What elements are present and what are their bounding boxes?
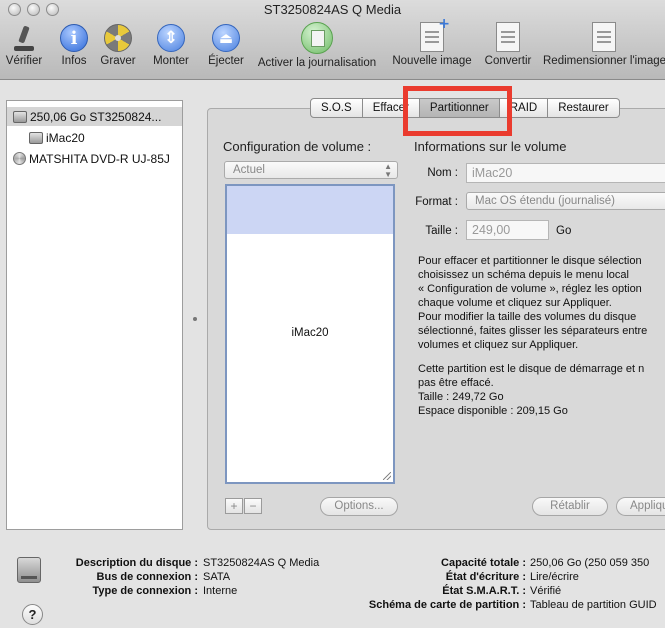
highlight-box [403,86,512,136]
microscope-icon [10,24,38,52]
toolbar-new-image-button[interactable]: Nouvelle image [389,16,475,67]
partition-help-text: Pour effacer et partitionner le disque s… [418,255,648,351]
format-label: Format : [415,196,458,208]
window-title: ST3250824AS Q Media [263,2,402,17]
disk-list-item[interactable]: MATSHITA DVD-R UJ-85J [7,149,182,168]
add-volume-button[interactable]: + [225,498,243,514]
apply-button[interactable]: Appliquer [616,497,665,516]
connection-type-value: Interne [203,585,238,597]
resize-image-icon [591,22,616,52]
mount-icon [157,24,185,52]
volume-size-field[interactable]: 249,00 [466,220,549,240]
volume-map[interactable]: iMac20 [225,184,395,484]
tab-restore[interactable]: Restaurer [548,98,620,118]
toolbar-convert-button[interactable]: Convertir [482,22,534,67]
help-button[interactable]: ? [22,604,43,625]
disk-description-value: ST3250824AS Q Media [203,557,320,569]
name-label: Nom : [427,167,458,179]
toolbar-verify-button[interactable]: Vérifier [5,24,43,67]
size-unit: Go [556,225,572,237]
smart-status-value: Vérifié [530,585,562,597]
smart-status-key: État S.M.A.R.T. : [442,585,526,597]
total-capacity-key: Capacité totale : [441,557,526,569]
options-button[interactable]: Options... [320,497,398,516]
optical-disc-icon [13,152,26,165]
hard-disk-icon [13,110,27,123]
splitter-handle[interactable] [193,317,197,321]
write-status-value: Lire/écrire [530,571,579,583]
info-icon [60,24,88,52]
total-capacity-value: 250,06 Go (250 059 350 [530,557,650,569]
burn-icon [104,24,132,52]
volume-scheme-title: Configuration de volume : [223,139,372,154]
disk-list-item[interactable]: 250,06 Go ST3250824... [7,107,182,126]
partition-status-text: Cette partition est le disque de démarra… [418,363,645,417]
connection-bus-value: SATA [203,571,231,583]
disk-list-item[interactable]: iMac20 [7,128,182,147]
volume-map-label: iMac20 [291,327,329,339]
tab-first-aid[interactable]: S.O.S [310,98,363,118]
eject-icon [212,24,240,52]
volume-scheme-popup[interactable]: Actuel ▲ ▼ [224,161,398,179]
disk-hard-drive-icon [17,557,41,583]
format-popup[interactable]: Mac OS étendu (journalisé) [466,192,665,210]
toolbar-resize-image-button[interactable]: Redimensionner l'image [542,22,665,67]
volume-name-field[interactable]: iMac20 [466,163,665,183]
connection-bus-key: Bus de connexion : [96,571,198,583]
convert-icon [496,22,520,52]
toolbar-eject-button[interactable]: Éjecter [206,24,246,67]
volume-icon [29,131,43,144]
partition-map-scheme-value: Tableau de partition GUID [530,599,657,611]
toolbar-burn-button[interactable]: Graver [99,24,137,67]
disk-description-key: Description du disque : [75,557,198,569]
toolbar-mount-button[interactable]: Monter [150,24,192,67]
window-titlebar: ST3250824AS Q Media Vérifier Infos Grave… [0,0,665,80]
toolbar-info-button[interactable]: Infos [58,24,90,67]
partition-map-scheme-key: Schéma de carte de partition : [368,599,526,611]
connection-type-key: Type de connexion : [92,585,198,597]
journaling-icon [301,22,333,54]
size-label: Taille : [425,225,458,237]
disk-list[interactable]: 250,06 Go ST3250824... iMac20 MATSHITA D… [6,100,183,530]
write-status-key: État d'écriture : [445,571,526,583]
volume-info-title: Informations sur le volume [414,139,567,154]
free-space-segment[interactable] [227,186,393,234]
toolbar-journaling-button[interactable]: Activer la journalisation [253,22,381,69]
resize-grip-icon[interactable] [383,472,391,480]
revert-button[interactable]: Rétablir [532,497,608,516]
new-image-icon [420,16,450,52]
remove-volume-button[interactable]: − [244,498,262,514]
popup-arrows-icon: ▲ ▼ [384,162,392,179]
